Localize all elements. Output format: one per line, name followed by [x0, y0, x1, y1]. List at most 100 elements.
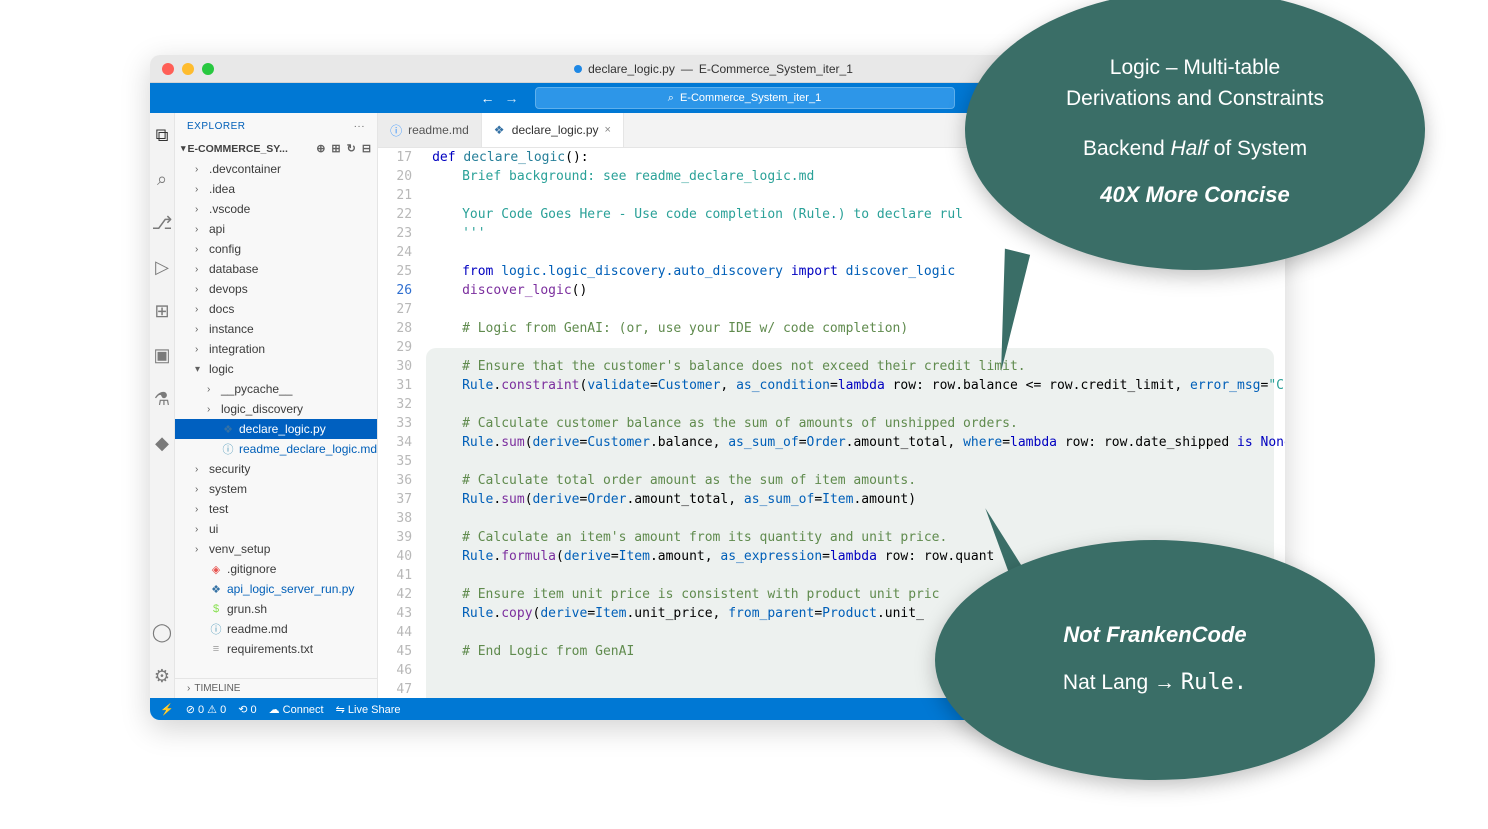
code-line[interactable]	[432, 623, 1285, 642]
project-actions: ⊕ ⊞ ↻ ⊟	[316, 142, 371, 155]
code-line[interactable]: # Ensure item unit price is consistent w…	[432, 585, 1285, 604]
code-line[interactable]	[432, 395, 1285, 414]
docker-icon[interactable]: ◆	[150, 431, 174, 455]
tree-item-label: .vscode	[209, 202, 250, 216]
tree-item--idea[interactable]: ›.idea	[175, 179, 377, 199]
code-line[interactable]: Rule.formula(derive=Item.amount, as_expr…	[432, 547, 1285, 566]
nav-back-icon[interactable]: ←	[481, 90, 495, 106]
code-line[interactable]: from logic.logic_discovery.auto_discover…	[432, 262, 1285, 281]
account-icon[interactable]: ◯	[150, 620, 174, 644]
maximize-window-icon[interactable]	[202, 63, 214, 75]
explorer-icon[interactable]: ⧉	[150, 123, 174, 147]
tree-item-logic[interactable]: ▾logic	[175, 359, 377, 379]
settings-gear-icon[interactable]: ⚙	[150, 664, 174, 688]
search-activity-icon[interactable]: ⌕	[150, 167, 174, 191]
tree-item--vscode[interactable]: ›.vscode	[175, 199, 377, 219]
tree-item-label: test	[209, 502, 228, 516]
tree-item-integration[interactable]: ›integration	[175, 339, 377, 359]
liveshare-button[interactable]: ⇋ Live Share	[336, 703, 401, 716]
testing-icon[interactable]: ⚗	[150, 387, 174, 411]
code-content[interactable]: def declare_logic():Brief background: se…	[426, 148, 1285, 698]
code-line[interactable]: Rule.copy(derive=Item.unit_price, from_p…	[432, 604, 1285, 623]
tab-declare_logic-py[interactable]: ❖declare_logic.py×	[482, 113, 624, 147]
tree-item-test[interactable]: ›test	[175, 499, 377, 519]
new-file-icon[interactable]: ⊕	[316, 142, 325, 155]
search-icon: ⌕	[668, 92, 674, 105]
code-line[interactable]	[432, 452, 1285, 471]
tree-item-readme-md[interactable]: ⓘreadme.md	[175, 619, 377, 639]
tree-item-api[interactable]: ›api	[175, 219, 377, 239]
problems-status[interactable]: ⊘ 0 ⚠ 0	[186, 703, 226, 716]
tree-item-venv_setup[interactable]: ›venv_setup	[175, 539, 377, 559]
tree-item-instance[interactable]: ›instance	[175, 319, 377, 339]
explorer-label: EXPLORER	[187, 121, 245, 132]
close-window-icon[interactable]	[162, 63, 174, 75]
command-search[interactable]: ⌕ E-Commerce_System_iter_1	[535, 87, 955, 109]
tree-item-label: .devcontainer	[209, 162, 281, 176]
line-number: 23	[378, 224, 412, 243]
code-line[interactable]	[432, 300, 1285, 319]
tree-item-logic_discovery[interactable]: ›logic_discovery	[175, 399, 377, 419]
remote-explorer-icon[interactable]: ▣	[150, 343, 174, 367]
tree-item-label: instance	[209, 322, 254, 336]
chevron-right-icon: ›	[195, 164, 205, 175]
timeline-section[interactable]: › TIMELINE	[175, 678, 377, 698]
tree-item-security[interactable]: ›security	[175, 459, 377, 479]
code-line[interactable]: '''	[432, 224, 1285, 243]
tree-item-config[interactable]: ›config	[175, 239, 377, 259]
code-line[interactable]: # Calculate an item's amount from its qu…	[432, 528, 1285, 547]
ports-status[interactable]: ⟲ 0	[238, 703, 256, 716]
tab-readme-md[interactable]: ⓘreadme.md	[378, 113, 482, 147]
tree-item-declare_logic-py[interactable]: ❖declare_logic.py	[175, 419, 377, 439]
project-header[interactable]: ▾ E-COMMERCE_SY... ⊕ ⊞ ↻ ⊟	[175, 140, 377, 157]
refresh-icon[interactable]: ↻	[347, 142, 356, 155]
code-line[interactable]: Rule.constraint(validate=Customer, as_co…	[432, 376, 1285, 395]
code-line[interactable]: # End Logic from GenAI	[432, 642, 1285, 661]
code-line[interactable]	[432, 680, 1285, 698]
tree-item-requirements-txt[interactable]: ≡requirements.txt	[175, 639, 377, 659]
tree-item--gitignore[interactable]: ◈.gitignore	[175, 559, 377, 579]
tree-item-readme_declare_logic-md[interactable]: ⓘreadme_declare_logic.md	[175, 439, 377, 459]
tab-label: readme.md	[408, 123, 469, 137]
remote-indicator[interactable]: ⚡	[160, 703, 174, 716]
code-line[interactable]	[432, 186, 1285, 205]
tree-item--devcontainer[interactable]: › .devcontainer	[175, 159, 377, 179]
tree-item-system[interactable]: ›system	[175, 479, 377, 499]
code-line[interactable]	[432, 566, 1285, 585]
new-folder-icon[interactable]: ⊞	[331, 142, 340, 155]
run-debug-icon[interactable]: ▷	[150, 255, 174, 279]
code-line[interactable]	[432, 509, 1285, 528]
tree-item-database[interactable]: ›database	[175, 259, 377, 279]
sidebar-more-icon[interactable]: ···	[354, 121, 366, 132]
tree-item-__pycache__[interactable]: ›__pycache__	[175, 379, 377, 399]
code-line[interactable]	[432, 243, 1285, 262]
code-line[interactable]	[432, 338, 1285, 357]
tree-item-grun-sh[interactable]: $grun.sh	[175, 599, 377, 619]
chevron-right-icon: ›	[195, 544, 205, 555]
tree-item-devops[interactable]: ›devops	[175, 279, 377, 299]
line-number: 35	[378, 452, 412, 471]
tree-item-ui[interactable]: ›ui	[175, 519, 377, 539]
close-tab-icon[interactable]: ×	[605, 124, 611, 136]
tree-item-docs[interactable]: ›docs	[175, 299, 377, 319]
code-line[interactable]: # Calculate total order amount as the su…	[432, 471, 1285, 490]
code-line[interactable]: Brief background: see readme_declare_log…	[432, 167, 1285, 186]
code-line[interactable]: def declare_logic():	[432, 148, 1285, 167]
tree-item-label: logic_discovery	[221, 402, 303, 416]
extensions-icon[interactable]: ⊞	[150, 299, 174, 323]
code-line[interactable]: # Logic from GenAI: (or, use your IDE w/…	[432, 319, 1285, 338]
connect-button[interactable]: ☁ Connect	[269, 703, 324, 716]
code-line[interactable]: discover_logic()	[432, 281, 1285, 300]
tree-item-api_logic_server_run-py[interactable]: ❖api_logic_server_run.py	[175, 579, 377, 599]
code-line[interactable]: Rule.sum(derive=Customer.balance, as_sum…	[432, 433, 1285, 452]
code-line[interactable]: Rule.sum(derive=Order.amount_total, as_s…	[432, 490, 1285, 509]
code-area[interactable]: 1720212223242526272829303132333435363738…	[378, 148, 1285, 698]
collapse-icon[interactable]: ⊟	[362, 142, 371, 155]
nav-forward-icon[interactable]: →	[505, 90, 519, 106]
code-line[interactable]: Your Code Goes Here - Use code completio…	[432, 205, 1285, 224]
code-line[interactable]: # Ensure that the customer's balance doe…	[432, 357, 1285, 376]
code-line[interactable]	[432, 661, 1285, 680]
code-line[interactable]: # Calculate customer balance as the sum …	[432, 414, 1285, 433]
source-control-icon[interactable]: ⎇	[150, 211, 174, 235]
minimize-window-icon[interactable]	[182, 63, 194, 75]
